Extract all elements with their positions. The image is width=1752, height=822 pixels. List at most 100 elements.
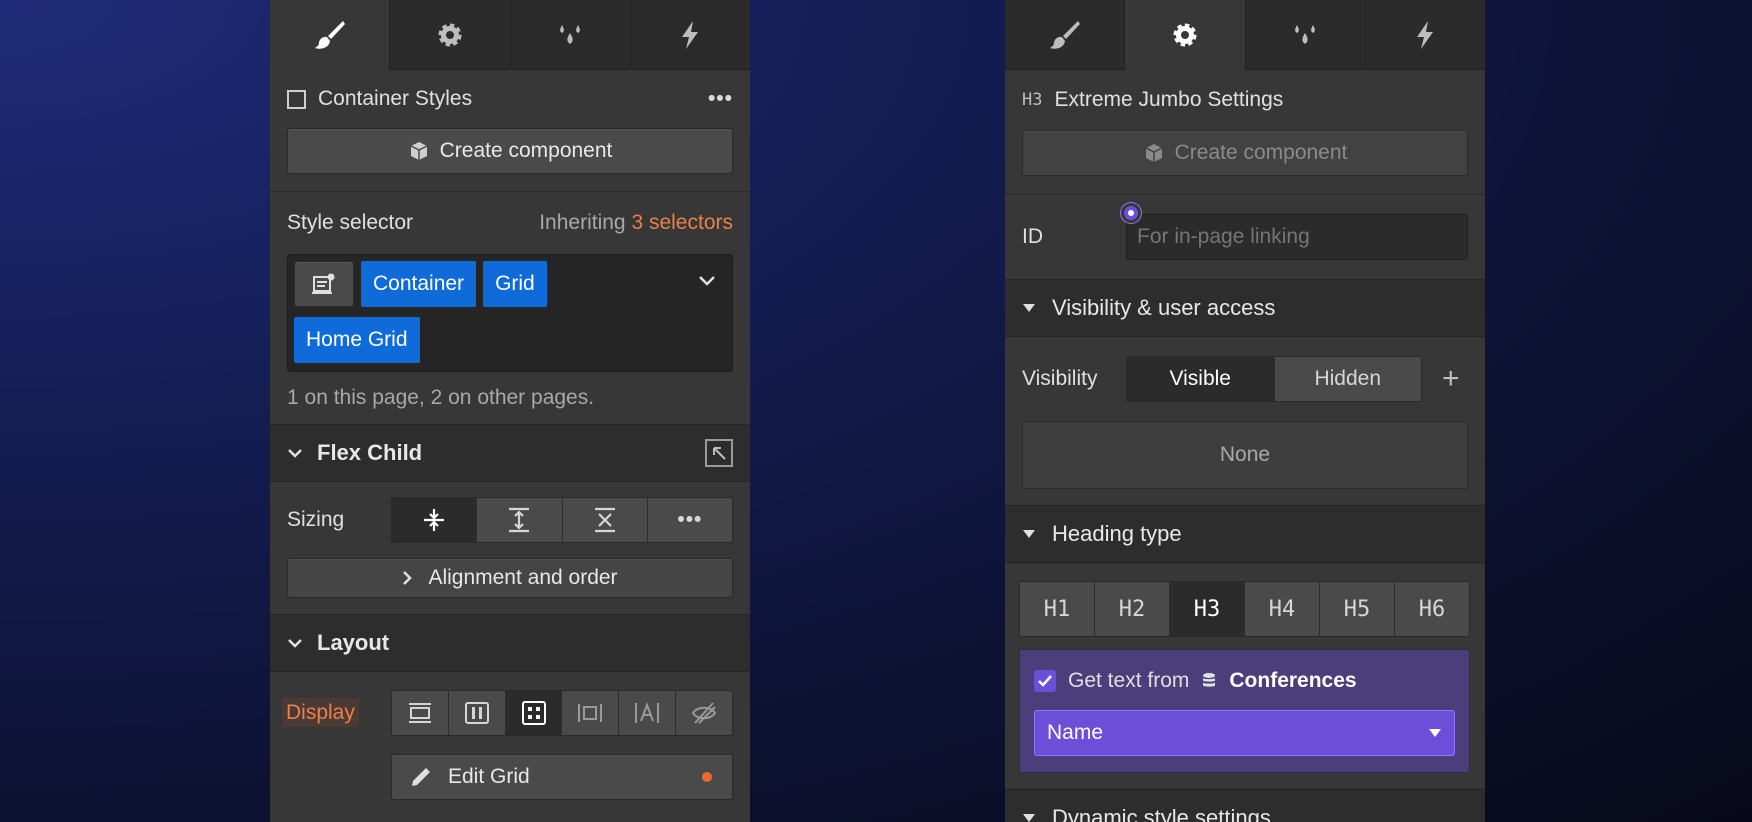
- lightning-icon: [1417, 20, 1434, 49]
- layout-section-header[interactable]: Layout: [270, 614, 750, 672]
- display-inline-button[interactable]: [619, 691, 677, 735]
- heading-h6-button[interactable]: H6: [1395, 582, 1469, 636]
- selector-usage: 1 on this page, 2 on other pages.: [270, 372, 750, 424]
- display-segmented-control: [391, 690, 733, 736]
- tab-interactions[interactable]: [1245, 0, 1366, 70]
- element-title: Container Styles: [318, 87, 473, 110]
- field-select[interactable]: Name: [1034, 710, 1455, 756]
- sizing-shrink-button[interactable]: [392, 498, 478, 542]
- eye-slash-icon: [691, 702, 717, 724]
- heading-h2-button[interactable]: H2: [1095, 582, 1170, 636]
- heading-h1-button[interactable]: H1: [1020, 582, 1095, 636]
- create-component-label: Create component: [439, 139, 613, 162]
- layout-title: Layout: [317, 630, 390, 655]
- display-inline-block-button[interactable]: [562, 691, 620, 735]
- visibility-none-label: None: [1219, 443, 1271, 466]
- id-input[interactable]: [1126, 214, 1468, 260]
- selector-type-button[interactable]: [294, 261, 354, 307]
- modified-dot: [702, 772, 712, 782]
- drops-icon: [1295, 24, 1316, 44]
- grid-icon: [521, 701, 546, 725]
- visibility-section-header[interactable]: Visibility & user access: [1005, 279, 1485, 337]
- h1-label: H1: [1043, 596, 1071, 622]
- chevron-down-icon[interactable]: [698, 275, 716, 287]
- element-state-icon: [312, 273, 335, 294]
- display-row: Display: [270, 672, 750, 754]
- tab-style[interactable]: [270, 0, 391, 70]
- expand-arrow-icon[interactable]: [705, 439, 733, 467]
- binding-dot-icon[interactable]: [1121, 203, 1141, 223]
- sizing-label: Sizing: [287, 508, 345, 531]
- chevron-right-icon: [403, 571, 413, 585]
- edit-grid-label: Edit Grid: [448, 765, 530, 788]
- sizing-more-button[interactable]: •••: [647, 498, 732, 542]
- pencil-icon: [412, 768, 430, 786]
- selectors-link[interactable]: 3 selectors: [631, 211, 733, 234]
- selector-usage-text: 1 on this page, 2 on other pages.: [287, 386, 595, 409]
- create-component-button[interactable]: Create component: [1022, 130, 1468, 176]
- sizing-none-button[interactable]: [562, 498, 648, 542]
- alignment-order-button[interactable]: Alignment and order: [287, 558, 733, 598]
- display-label: Display: [282, 698, 359, 727]
- more-options-icon[interactable]: •••: [708, 87, 733, 111]
- caret-down-icon: [1023, 814, 1035, 822]
- display-flex-button[interactable]: [448, 691, 506, 735]
- selector-chip-grid[interactable]: Grid: [483, 261, 547, 307]
- plus-icon[interactable]: +: [1442, 364, 1460, 394]
- create-component-button[interactable]: Create component: [287, 128, 733, 174]
- heading-type-title: Heading type: [1052, 521, 1182, 546]
- inline-text-icon: [635, 702, 660, 723]
- heading-h3-button[interactable]: H3: [1170, 582, 1245, 636]
- visibility-row: Visibility Visible Hidden +: [1005, 337, 1485, 421]
- get-text-checkbox[interactable]: [1034, 670, 1056, 692]
- edit-grid-button[interactable]: Edit Grid: [391, 754, 733, 800]
- sizing-row: Sizing •••: [270, 482, 750, 558]
- visibility-hidden-button[interactable]: Hidden: [1274, 357, 1421, 401]
- sizing-grow-button[interactable]: [477, 498, 563, 542]
- display-grid-button[interactable]: [505, 691, 563, 735]
- grow-icon: [509, 507, 530, 533]
- gear-icon: [438, 23, 462, 46]
- visible-label: Visible: [1169, 367, 1231, 390]
- tab-settings[interactable]: [1125, 0, 1246, 70]
- selector-chip-home-grid[interactable]: Home Grid: [294, 317, 420, 363]
- tab-style[interactable]: [1005, 0, 1126, 70]
- dynamic-style-section-header[interactable]: Dynamic style settings: [1005, 789, 1485, 822]
- visibility-visible-button[interactable]: Visible: [1127, 357, 1275, 401]
- panel-tabs: [1005, 0, 1485, 70]
- flex-child-section-header[interactable]: Flex Child: [270, 424, 750, 482]
- container-icon: [287, 89, 306, 109]
- field-select-value: Name: [1047, 721, 1104, 744]
- caret-down-icon: [1429, 729, 1441, 737]
- selector-chip-container[interactable]: Container: [361, 261, 477, 307]
- chevron-down-icon: [288, 639, 302, 648]
- display-none-button[interactable]: [676, 691, 732, 735]
- heading-h4-button[interactable]: H4: [1245, 582, 1320, 636]
- flex-icon: [464, 702, 489, 724]
- collection-name: Conferences: [1229, 669, 1357, 692]
- visibility-conditions-box[interactable]: None: [1022, 421, 1468, 489]
- tab-lightning[interactable]: [630, 0, 750, 70]
- id-label: ID: [1022, 225, 1043, 248]
- hidden-label: Hidden: [1314, 367, 1382, 390]
- no-shrink-icon: [594, 507, 615, 533]
- id-row: ID: [1005, 195, 1485, 279]
- cube-icon: [410, 142, 427, 160]
- heading-type-section-header[interactable]: Heading type: [1005, 505, 1485, 563]
- style-panel: Container Styles ••• Create component St…: [270, 0, 750, 822]
- brush-icon: [314, 21, 345, 49]
- caret-down-icon: [1023, 304, 1035, 312]
- inheriting-label: Inheriting: [539, 211, 626, 234]
- sizing-segmented-control: •••: [391, 497, 733, 543]
- tab-interactions[interactable]: [510, 0, 631, 70]
- tab-lightning[interactable]: [1365, 0, 1485, 70]
- more-options-icon: •••: [677, 508, 703, 531]
- h3-label: H3: [1193, 596, 1221, 622]
- heading-h5-button[interactable]: H5: [1320, 582, 1395, 636]
- brush-icon: [1049, 20, 1080, 49]
- selector-field[interactable]: Container Grid Home Grid: [287, 254, 733, 372]
- tab-settings[interactable]: [390, 0, 511, 70]
- display-block-button[interactable]: [392, 691, 449, 735]
- cms-binding-box: Get text from Conferences Name: [1019, 649, 1470, 773]
- block-icon: [408, 703, 431, 723]
